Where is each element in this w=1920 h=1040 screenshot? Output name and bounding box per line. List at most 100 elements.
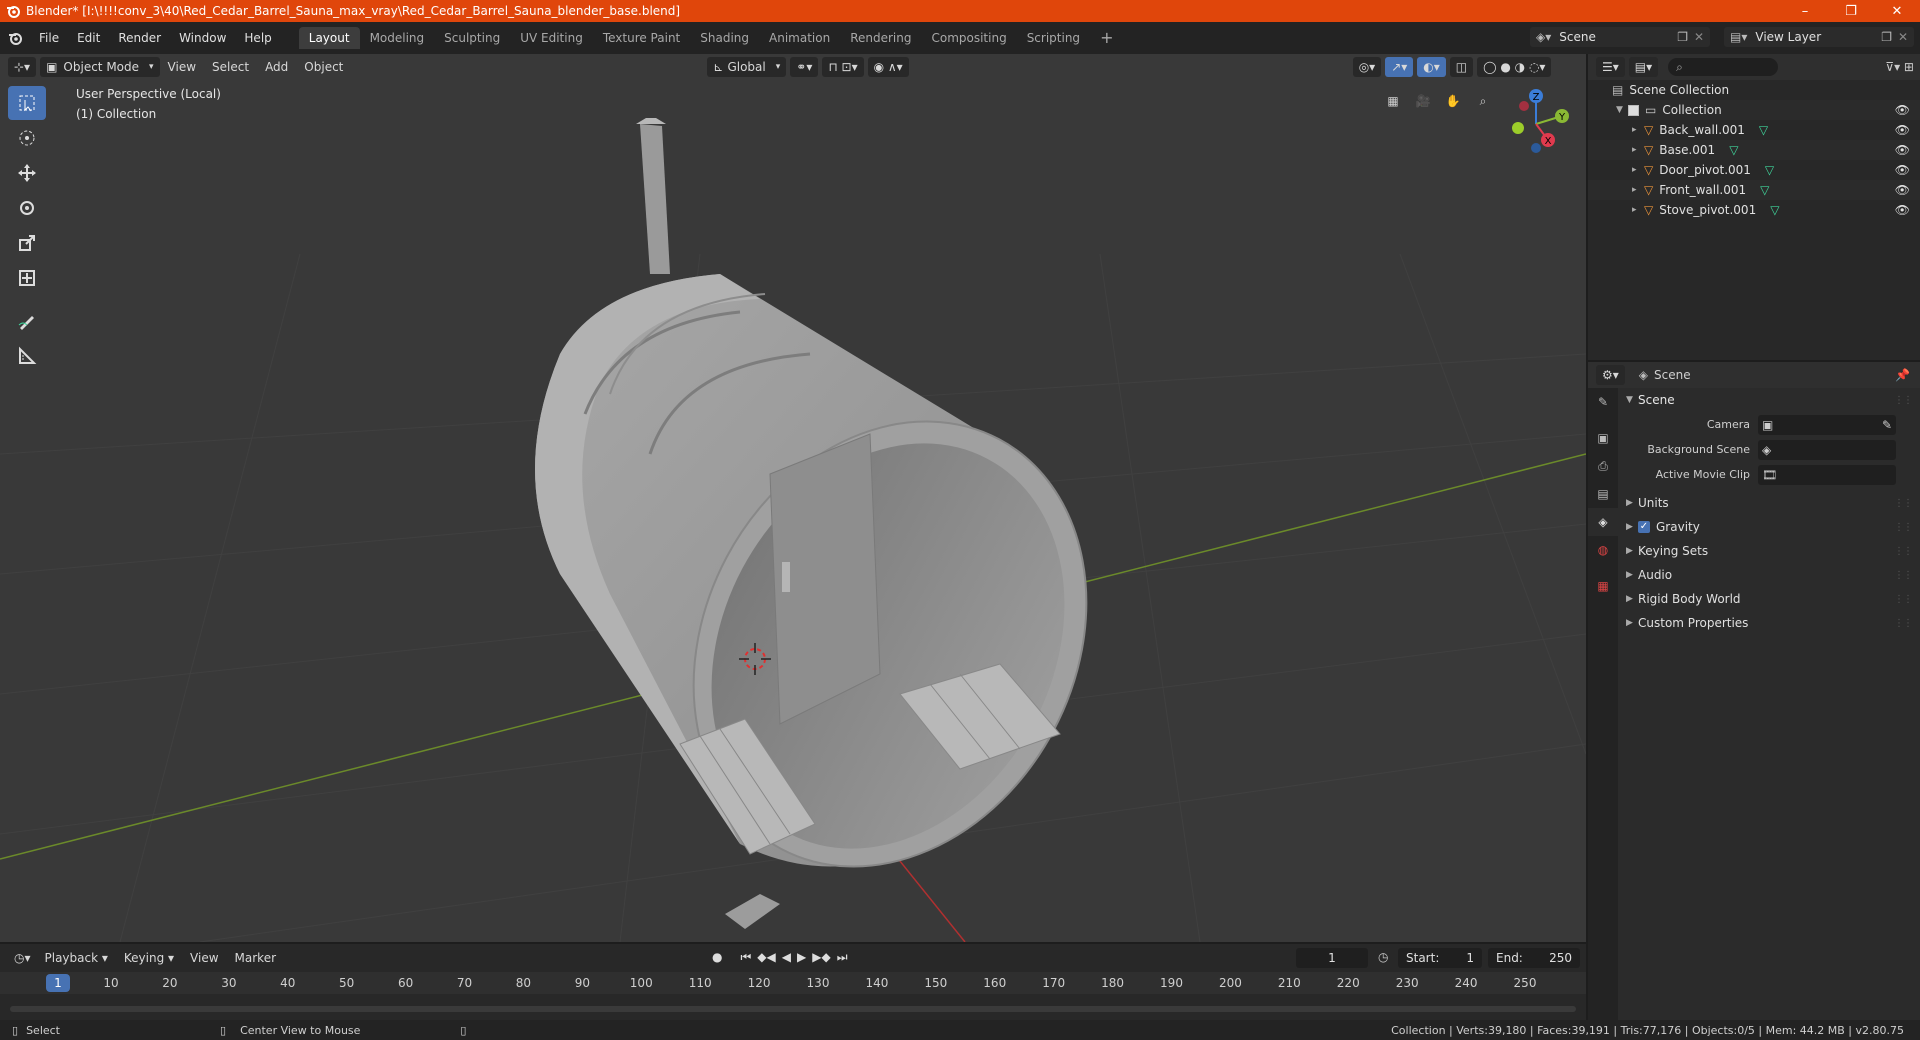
viewport-menu-select[interactable]: Select <box>204 60 257 74</box>
world-tab-icon[interactable]: ◍ <box>1588 536 1618 564</box>
gizmo-toggle-icon[interactable]: ↗▾ <box>1385 57 1414 77</box>
tab-compositing[interactable]: Compositing <box>921 27 1016 49</box>
scene-name-field[interactable]: Scene <box>1559 30 1596 44</box>
visibility-eye-icon[interactable]: 👁 <box>1895 163 1910 177</box>
outliner-object-stove-pivot[interactable]: ▸ ▽ Stove_pivot.001 ▽ 👁 <box>1588 200 1920 220</box>
timeline-menu-view[interactable]: View <box>182 951 226 965</box>
viewport-menu-view[interactable]: View <box>160 60 204 74</box>
outliner-object-back-wall[interactable]: ▸ ▽ Back_wall.001 ▽ 👁 <box>1588 120 1920 140</box>
select-box-tool-icon[interactable] <box>8 86 46 120</box>
jump-end-icon[interactable]: ⏭ <box>837 950 848 965</box>
orientation-dropdown[interactable]: ⊾ Global ▾ <box>707 57 787 77</box>
gravity-panel[interactable]: ▶ ✓ Gravity ⋮⋮ <box>1618 515 1920 539</box>
expand-object-icon[interactable]: ▸ <box>1632 165 1644 175</box>
expand-object-icon[interactable]: ▸ <box>1632 185 1644 195</box>
timeline-scrollbar[interactable] <box>10 1006 1576 1012</box>
collection-checkbox[interactable] <box>1628 104 1639 116</box>
add-workspace-icon[interactable]: + <box>1090 27 1123 49</box>
measure-tool-icon[interactable] <box>8 339 46 373</box>
jump-start-icon[interactable]: ⏮ <box>740 950 751 965</box>
keying-sets-panel[interactable]: ▶ Keying Sets ⋮⋮ <box>1618 539 1920 563</box>
scale-tool-icon[interactable] <box>8 226 46 260</box>
texture-tab-icon[interactable]: ▦ <box>1588 572 1618 600</box>
timeline-ruler[interactable]: 10 20 30 40 50 60 70 80 90 100 110 120 130 140 150 160 1… <box>0 972 1586 994</box>
rigid-body-world-panel[interactable]: ▶ Rigid Body World ⋮⋮ <box>1618 587 1920 611</box>
menu-file[interactable]: File <box>30 22 68 54</box>
tab-texture-paint[interactable]: Texture Paint <box>593 27 690 49</box>
remove-scene-icon[interactable]: ✕ <box>1694 30 1704 44</box>
chimney-model[interactable] <box>636 118 670 274</box>
visibility-eye-icon[interactable]: 👁 <box>1895 183 1910 197</box>
play-icon[interactable]: ▶ <box>797 950 806 965</box>
scene-panel-header[interactable]: ▼ Scene ⋮⋮ <box>1618 388 1920 412</box>
eyedropper-icon[interactable]: ✎ <box>1882 418 1892 432</box>
timeline-menu-keying[interactable]: Keying ▾ <box>116 951 182 965</box>
gravity-checkbox[interactable]: ✓ <box>1638 521 1650 533</box>
rotate-tool-icon[interactable] <box>8 191 46 225</box>
visibility-selectability-icon[interactable]: ◎▾ <box>1352 57 1382 77</box>
outliner-object-door-pivot[interactable]: ▸ ▽ Door_pivot.001 ▽ 👁 <box>1588 160 1920 180</box>
camera-view-icon[interactable]: 🎥 <box>1410 88 1436 114</box>
audio-panel[interactable]: ▶ Audio ⋮⋮ <box>1618 563 1920 587</box>
render-tab-icon[interactable]: ▣ <box>1588 424 1618 452</box>
play-reverse-icon[interactable]: ◀ <box>782 950 791 965</box>
tab-sculpting[interactable]: Sculpting <box>434 27 510 49</box>
viewport-menu-add[interactable]: Add <box>257 60 296 74</box>
menu-help[interactable]: Help <box>235 22 280 54</box>
scene-selector[interactable]: ◈▾ Scene ❐ ✕ <box>1530 27 1710 47</box>
drag-grip-icon[interactable]: ⋮⋮ <box>1894 594 1913 605</box>
clock-icon[interactable]: ◷ <box>1378 950 1388 964</box>
tab-uv-editing[interactable]: UV Editing <box>510 27 593 49</box>
blender-menu-icon[interactable] <box>0 31 30 45</box>
drag-grip-icon[interactable]: ⋮⋮ <box>1894 498 1913 509</box>
3d-viewport[interactable]: ⊹▾ ▣ Object Mode ▾ View Select Add Objec… <box>0 54 1586 942</box>
drag-grip-icon[interactable]: ⋮⋮ <box>1894 570 1913 581</box>
move-tool-icon[interactable] <box>8 156 46 190</box>
tab-animation[interactable]: Animation <box>759 27 840 49</box>
active-movie-clip-field[interactable]: 🎞 <box>1758 464 1896 485</box>
expand-object-icon[interactable]: ▸ <box>1632 145 1644 155</box>
timeline-menu-marker[interactable]: Marker <box>227 951 284 965</box>
tab-scripting[interactable]: Scripting <box>1017 27 1090 49</box>
zoom-view-icon[interactable]: ⌕ <box>1470 88 1496 114</box>
view-layer-tab-icon[interactable]: ▤ <box>1588 480 1618 508</box>
cursor-tool-icon[interactable] <box>8 121 46 155</box>
menu-render[interactable]: Render <box>109 22 170 54</box>
tab-modeling[interactable]: Modeling <box>360 27 435 49</box>
record-icon[interactable]: ● <box>712 950 722 965</box>
display-mode-icon[interactable]: ▤▾ <box>1628 57 1659 77</box>
drag-grip-icon[interactable]: ⋮⋮ <box>1894 395 1913 406</box>
navigation-gizmo[interactable]: Z Y X <box>1496 84 1576 164</box>
outliner-search-input[interactable]: ⌕ <box>1668 58 1779 76</box>
toggle-grid-icon[interactable]: ▦ <box>1380 88 1406 114</box>
viewport-scene[interactable] <box>0 54 1586 942</box>
new-view-layer-icon[interactable]: ❐ <box>1881 30 1892 44</box>
barrel-sauna-model[interactable] <box>535 274 1162 936</box>
jump-keyframe-back-icon[interactable]: ◆◀ <box>757 950 775 965</box>
editor-type-icon[interactable]: ⊹▾ <box>8 57 37 77</box>
units-panel[interactable]: ▶ Units ⋮⋮ <box>1618 491 1920 515</box>
tab-layout[interactable]: Layout <box>298 27 360 49</box>
expand-object-icon[interactable]: ▸ <box>1632 205 1644 215</box>
menu-window[interactable]: Window <box>170 22 235 54</box>
filter-icon[interactable]: ⊽▾ ⊞ <box>1885 60 1914 74</box>
transform-tool-icon[interactable] <box>8 261 46 295</box>
outliner-scene-collection[interactable]: ▤ Scene Collection <box>1588 80 1920 100</box>
view-layer-name-field[interactable]: View Layer <box>1755 30 1821 44</box>
timeline-menu-playback[interactable]: Playback ▾ <box>37 951 116 965</box>
tab-rendering[interactable]: Rendering <box>840 27 921 49</box>
output-tab-icon[interactable]: ⎙ <box>1588 452 1618 480</box>
snap-icon[interactable]: ⊓ ⊡▾ <box>822 57 864 77</box>
expand-collection-icon[interactable]: ▼ <box>1616 105 1628 115</box>
expand-object-icon[interactable]: ▸ <box>1632 125 1644 135</box>
shading-modes-icon[interactable]: ◯ ● ◑ ◌▾ <box>1477 57 1552 77</box>
drag-grip-icon[interactable]: ⋮⋮ <box>1894 618 1913 629</box>
playhead[interactable]: 1 <box>46 974 70 992</box>
pan-view-icon[interactable]: ✋ <box>1440 88 1466 114</box>
end-frame-field[interactable]: End: 250 <box>1488 948 1580 968</box>
outliner-object-front-wall[interactable]: ▸ ▽ Front_wall.001 ▽ 👁 <box>1588 180 1920 200</box>
tab-shading[interactable]: Shading <box>690 27 759 49</box>
minimize-button[interactable]: – <box>1782 0 1828 22</box>
background-scene-field[interactable]: ◈ <box>1758 439 1896 460</box>
mode-dropdown[interactable]: ▣ Object Mode ▾ <box>40 57 160 77</box>
